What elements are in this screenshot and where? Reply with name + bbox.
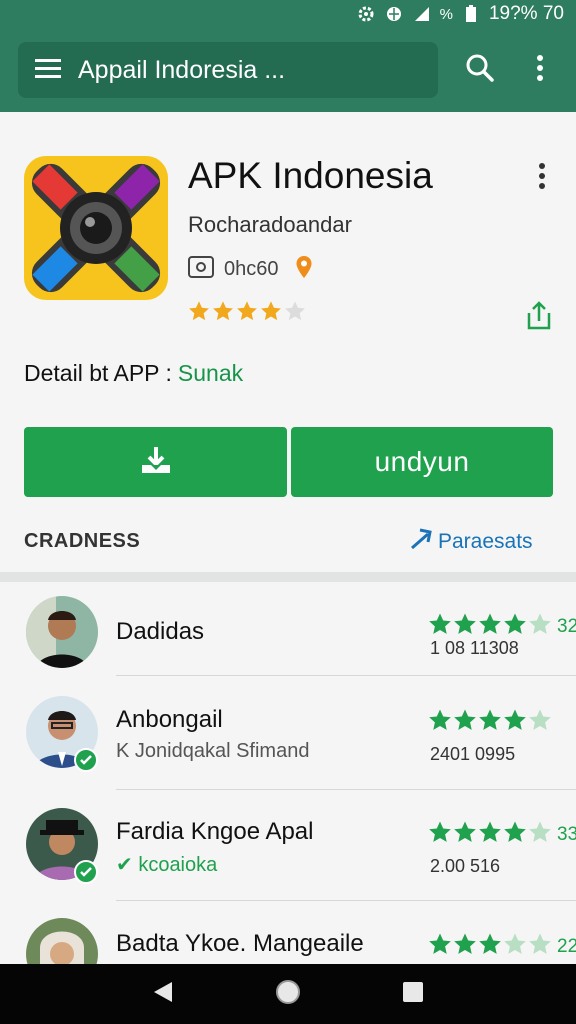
more-vert-icon [538,162,546,195]
app-detail: Detail bt APP : Sunak [24,360,243,387]
detail-label: Detail bt APP : [24,360,172,386]
review-stars: 22 [428,932,576,961]
overflow-menu-button[interactable] [522,48,558,92]
review-count: 1 08 11308 [430,638,519,658]
more-vert-icon [536,54,544,87]
star-filled-icon [428,820,452,849]
divider [116,789,576,790]
app-meta-text: 0hc60 [224,257,279,280]
star-filled-icon [453,820,477,849]
status-bar: % 19?% 70 [0,0,576,28]
app-more-button[interactable] [526,160,558,196]
reviewer-name: Dadidas [116,618,205,645]
reviewer-subtitle: K Jonidqakal Sfimand [116,740,310,762]
review-count: 2.00 516 [430,856,501,876]
install-button[interactable]: undyun [291,427,553,497]
content-rating-icon [188,255,214,283]
status-signal-text: % [439,5,453,23]
globe-icon [384,4,404,24]
star-empty-icon [528,820,552,849]
divider [116,675,576,676]
download-icon [139,443,173,482]
star-empty-icon [503,932,527,961]
star-filled-icon [503,612,527,641]
status-text: 19?% 70 [488,3,564,24]
arrow-icon [408,528,432,556]
star-filled-icon [478,612,502,641]
verified-badge-icon [74,748,98,772]
list-item[interactable]: Fardia Kngoe Apal ✔ kcoaioka 33 2.00 516 [0,796,576,906]
location-pin-icon [295,255,313,284]
search-button[interactable] [456,48,504,92]
star-filled-icon [428,708,452,737]
app-meta: 0hc60 [188,254,313,284]
share-icon [526,300,552,336]
star-filled-icon [428,612,452,641]
section-divider [0,572,576,582]
review-score: 22 [557,935,576,957]
app-icon [24,156,168,300]
search-query-text: Appail Indoresia ... [78,55,286,84]
search-bar[interactable]: Appail Indoresia ... [18,42,438,98]
reviewer-subtitle: ✔ kcoaioka [116,854,218,876]
divider [116,900,576,901]
home-icon [275,979,301,1010]
detail-value[interactable]: Sunak [178,360,243,386]
verified-badge-icon [74,860,98,884]
star-filled-icon [478,820,502,849]
reviewer-name: Fardia Kngoe Apal [116,818,314,845]
navigation-bar [0,964,576,1024]
star-empty-icon [528,708,552,737]
back-icon [152,980,174,1009]
review-score: 32 [557,615,576,637]
app-rating [188,300,306,327]
section-title: CRADNESS [24,530,141,552]
review-stars: 32 [428,612,576,641]
reviewer-name: Anbongail [116,706,223,733]
review-score: 33 [557,823,576,845]
battery-icon [461,4,481,24]
search-icon [465,53,495,88]
menu-button[interactable] [18,42,78,98]
review-count: 2401 0995 [430,744,516,764]
menu-icon [35,58,61,83]
section-link-label: Paraesats [438,530,533,553]
star-empty-icon [284,300,306,327]
avatar [26,596,98,668]
settings-icon [356,4,376,24]
star-filled-icon [212,300,234,327]
star-filled-icon [453,932,477,961]
review-stars [428,708,552,737]
recents-icon [402,981,424,1008]
star-filled-icon [453,612,477,641]
signal-icon [412,4,432,24]
review-stars: 33 [428,820,576,849]
section-link[interactable]: Paraesats [408,528,533,556]
star-filled-icon [478,932,502,961]
home-button[interactable] [268,974,308,1014]
star-filled-icon [188,300,210,327]
star-empty-icon [528,932,552,961]
star-empty-icon [528,612,552,641]
star-filled-icon [478,708,502,737]
share-button[interactable] [522,300,556,336]
star-filled-icon [503,820,527,849]
reviewer-name: Badta Ykoe. Mangeaile [116,930,364,957]
download-button[interactable] [24,427,287,497]
star-filled-icon [453,708,477,737]
back-button[interactable] [143,974,183,1014]
recents-button[interactable] [393,974,433,1014]
app-bar: Appail Indoresia ... [0,28,576,112]
star-filled-icon [260,300,282,327]
star-filled-icon [503,708,527,737]
app-developer[interactable]: Rocharadoandar [188,212,352,238]
app-title: APK Indonesia [188,155,433,196]
list-item[interactable]: Anbongail K Jonidqakal Sfimand 2401 0995 [0,682,576,792]
star-filled-icon [428,932,452,961]
star-filled-icon [236,300,258,327]
